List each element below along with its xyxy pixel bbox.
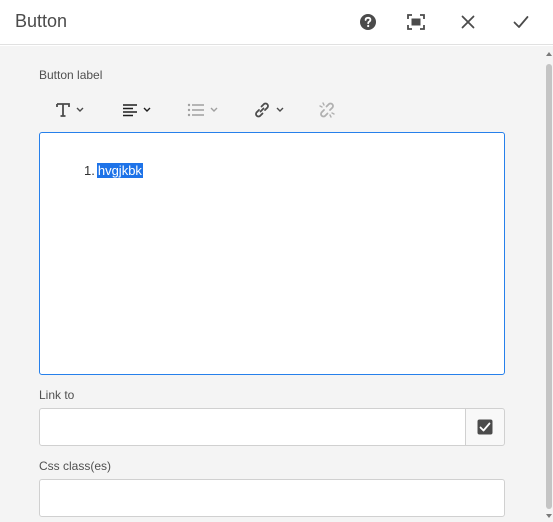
link-button[interactable] <box>253 96 284 124</box>
fullscreen-button[interactable] <box>402 8 430 36</box>
list-button[interactable] <box>187 96 218 124</box>
list-item-number: 1. <box>84 163 95 178</box>
dialog-content: Button label 1. hvgjkbk Link to Css clas… <box>0 46 545 522</box>
link-to-label: Link to <box>39 388 75 402</box>
selected-text[interactable]: hvgjkbk <box>96 163 143 178</box>
unlink-icon <box>319 102 335 118</box>
checkmark-icon <box>513 16 529 28</box>
close-icon <box>461 15 475 29</box>
align-left-icon <box>123 104 137 117</box>
unlink-button[interactable] <box>318 96 336 124</box>
text-format-button[interactable] <box>55 96 84 124</box>
list-item[interactable]: 1. hvgjkbk <box>84 163 143 178</box>
dialog-title: Button <box>15 11 68 31</box>
css-class-input[interactable] <box>39 479 505 517</box>
ordered-list: 1. hvgjkbk <box>84 163 143 178</box>
checkbox-checked-icon <box>477 419 493 435</box>
close-button[interactable] <box>454 8 482 36</box>
link-icon <box>255 102 269 118</box>
list-icon <box>187 103 204 117</box>
align-button[interactable] <box>122 96 151 124</box>
rte-toolbar <box>39 94 505 126</box>
chevron-down-icon <box>143 107 151 112</box>
link-to-input[interactable] <box>39 408 466 446</box>
link-picker-button[interactable] <box>465 408 505 446</box>
chevron-down-icon <box>210 107 218 112</box>
scrollbar-thumb[interactable] <box>546 64 552 509</box>
scroll-down-icon[interactable] <box>546 514 552 518</box>
help-circle-icon <box>360 14 376 30</box>
chevron-down-icon <box>276 107 284 112</box>
rich-text-editor[interactable]: 1. hvgjkbk <box>39 132 505 375</box>
fullscreen-icon <box>407 14 425 30</box>
done-button[interactable] <box>507 8 535 36</box>
button-label-label: Button label <box>39 68 103 82</box>
css-class-label: Css class(es) <box>39 459 112 473</box>
vertical-scrollbar[interactable] <box>545 46 553 522</box>
chevron-down-icon <box>76 107 84 112</box>
help-button[interactable] <box>354 8 382 36</box>
text-format-icon <box>56 103 70 117</box>
dialog-header: Button <box>0 0 553 45</box>
scroll-up-icon[interactable] <box>546 52 552 56</box>
